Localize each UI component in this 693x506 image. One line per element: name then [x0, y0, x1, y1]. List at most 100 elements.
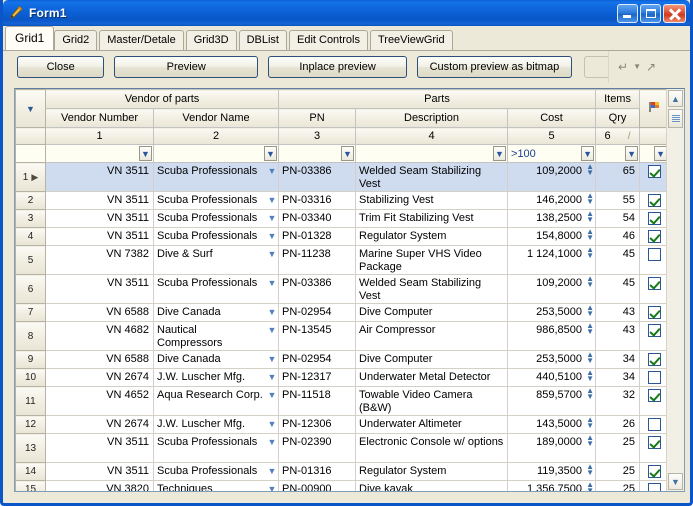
chevron-down-icon[interactable]: ▼	[266, 163, 278, 176]
cell-pn[interactable]: PN-01316	[279, 463, 356, 481]
cell-flag[interactable]	[640, 163, 666, 192]
tab-grid3d[interactable]: Grid3D	[186, 30, 237, 50]
spinner-icon[interactable]: ▲▼	[585, 304, 595, 317]
cell-flag[interactable]	[640, 351, 666, 369]
column-header-cost[interactable]: Cost	[508, 109, 596, 128]
tab-treeviewgrid[interactable]: TreeViewGrid	[370, 30, 453, 50]
cell-cost[interactable]: 986,8500▲▼	[508, 322, 596, 351]
table-row[interactable]: 13VN 3511Scuba Professionals▼PN-02390Ele…	[16, 434, 667, 463]
chevron-down-icon[interactable]: ▼	[266, 322, 278, 335]
cell-pn[interactable]: PN-12306	[279, 416, 356, 434]
column-header-vendor-number[interactable]: Vendor Number	[46, 109, 154, 128]
row-checkbox[interactable]	[648, 389, 661, 402]
cell-pn[interactable]: PN-13545	[279, 322, 356, 351]
cell-description[interactable]: Regulator System	[356, 228, 508, 246]
chevron-down-icon[interactable]: ▼	[266, 463, 278, 476]
cell-vendor-name[interactable]: Scuba Professionals▼	[154, 228, 279, 246]
scroll-down-button[interactable]: ▼	[668, 473, 683, 490]
cell-flag[interactable]	[640, 246, 666, 275]
chevron-down-icon[interactable]: ▼	[139, 146, 152, 161]
chevron-down-icon[interactable]: ▼	[266, 228, 278, 241]
cell-description[interactable]: Dive kayak	[356, 481, 508, 492]
spinner-icon[interactable]: ▲▼	[585, 416, 595, 429]
chevron-down-icon[interactable]: ▼	[266, 387, 278, 400]
cell-vendor-name[interactable]: Aqua Research Corp.▼	[154, 387, 279, 416]
filter-cell-description[interactable]: ▼	[356, 145, 508, 163]
cell-description[interactable]: Regulator System	[356, 463, 508, 481]
row-header-cell[interactable]: 8	[16, 322, 46, 351]
table-row[interactable]: 2VN 3511Scuba Professionals▼PN-03316Stab…	[16, 192, 667, 210]
cell-cost[interactable]: 253,5000▲▼	[508, 304, 596, 322]
row-checkbox[interactable]	[648, 248, 661, 261]
cell-flag[interactable]	[640, 434, 666, 463]
cell-pn[interactable]: PN-02390	[279, 434, 356, 463]
column-header-vendor-name[interactable]: Vendor Name	[154, 109, 279, 128]
inplace-preview-button[interactable]: Inplace preview	[268, 56, 407, 78]
cell-vendor-number[interactable]: VN 4682	[46, 322, 154, 351]
chevron-down-icon[interactable]: ▼	[266, 246, 278, 259]
row-header-cell[interactable]: 5	[16, 246, 46, 275]
cell-qry[interactable]: 65	[596, 163, 640, 192]
cell-description[interactable]: Air Compressor	[356, 322, 508, 351]
table-row[interactable]: 11VN 4652Aqua Research Corp.▼PN-11518Tow…	[16, 387, 667, 416]
cell-description[interactable]: Towable Video Camera (B&W)	[356, 387, 508, 416]
cell-pn[interactable]: PN-01328	[279, 228, 356, 246]
cell-vendor-number[interactable]: VN 3511	[46, 192, 154, 210]
preview-button[interactable]: Preview	[114, 56, 258, 78]
maximize-button[interactable]	[640, 4, 661, 23]
filter-cell-cost[interactable]: >100▼	[508, 145, 596, 163]
cell-vendor-number[interactable]: VN 3511	[46, 463, 154, 481]
chevron-down-icon[interactable]: ▼	[266, 351, 278, 364]
cell-vendor-name[interactable]: Scuba Professionals▼	[154, 192, 279, 210]
cell-description[interactable]: Dive Computer	[356, 304, 508, 322]
row-checkbox[interactable]	[648, 165, 661, 178]
undo-arrow-icon[interactable]: ↵	[618, 61, 628, 73]
cell-pn[interactable]: PN-03316	[279, 192, 356, 210]
spinner-icon[interactable]: ▲▼	[585, 387, 595, 400]
close-button-toolbar[interactable]: Close	[17, 56, 104, 78]
row-header-cell[interactable]: 7	[16, 304, 46, 322]
cell-description[interactable]: Underwater Altimeter	[356, 416, 508, 434]
row-checkbox[interactable]	[648, 230, 661, 243]
cell-vendor-name[interactable]: Scuba Professionals▼	[154, 275, 279, 304]
chevron-down-icon[interactable]: ▼	[633, 63, 641, 71]
cell-description[interactable]: Dive Computer	[356, 351, 508, 369]
spinner-icon[interactable]: ▲▼	[585, 434, 595, 447]
row-header-cell[interactable]: 9	[16, 351, 46, 369]
cell-vendor-number[interactable]: VN 2674	[46, 416, 154, 434]
cell-flag[interactable]	[640, 304, 666, 322]
cell-flag[interactable]	[640, 481, 666, 492]
spinner-icon[interactable]: ▲▼	[585, 369, 595, 382]
cell-cost[interactable]: 189,0000▲▼	[508, 434, 596, 463]
scroll-thumb[interactable]	[668, 109, 683, 128]
row-header-cell[interactable]: 13	[16, 434, 46, 463]
row-checkbox[interactable]	[648, 418, 661, 431]
cell-flag[interactable]	[640, 416, 666, 434]
chevron-down-icon[interactable]: ▼	[26, 104, 35, 114]
cell-description[interactable]: Trim Fit Stabilizing Vest	[356, 210, 508, 228]
chevron-down-icon[interactable]: ▼	[266, 192, 278, 205]
cell-vendor-name[interactable]: Nautical Compressors▼	[154, 322, 279, 351]
table-row[interactable]: 3VN 3511Scuba Professionals▼PN-03340Trim…	[16, 210, 667, 228]
row-header-cell[interactable]: 1▶	[16, 163, 46, 192]
chevron-down-icon[interactable]: ▼	[341, 146, 354, 161]
table-row[interactable]: 14VN 3511Scuba Professionals▼PN-01316Reg…	[16, 463, 667, 481]
cell-vendor-name[interactable]: J.W. Luscher Mfg.▼	[154, 416, 279, 434]
cell-pn[interactable]: PN-00900	[279, 481, 356, 492]
cell-cost[interactable]: 154,8000▲▼	[508, 228, 596, 246]
row-checkbox[interactable]	[648, 277, 661, 290]
cell-vendor-name[interactable]: Scuba Professionals▼	[154, 434, 279, 463]
row-header-cell[interactable]: 6	[16, 275, 46, 304]
table-row[interactable]: 5VN 7382Dive & Surf▼PN-11238Marine Super…	[16, 246, 667, 275]
cell-pn[interactable]: PN-12317	[279, 369, 356, 387]
row-checkbox[interactable]	[648, 465, 661, 478]
row-header-cell[interactable]: 10	[16, 369, 46, 387]
cell-description[interactable]: Electronic Console w/ options	[356, 434, 508, 463]
scroll-track[interactable]	[667, 129, 684, 473]
row-header-cell[interactable]: 11	[16, 387, 46, 416]
cell-vendor-name[interactable]: Scuba Professionals▼	[154, 163, 279, 192]
table-row[interactable]: 8VN 4682Nautical Compressors▼PN-13545Air…	[16, 322, 667, 351]
cell-cost[interactable]: 146,2000▲▼	[508, 192, 596, 210]
close-button[interactable]	[663, 4, 686, 23]
table-row[interactable]: 6VN 3511Scuba Professionals▼PN-03386Weld…	[16, 275, 667, 304]
